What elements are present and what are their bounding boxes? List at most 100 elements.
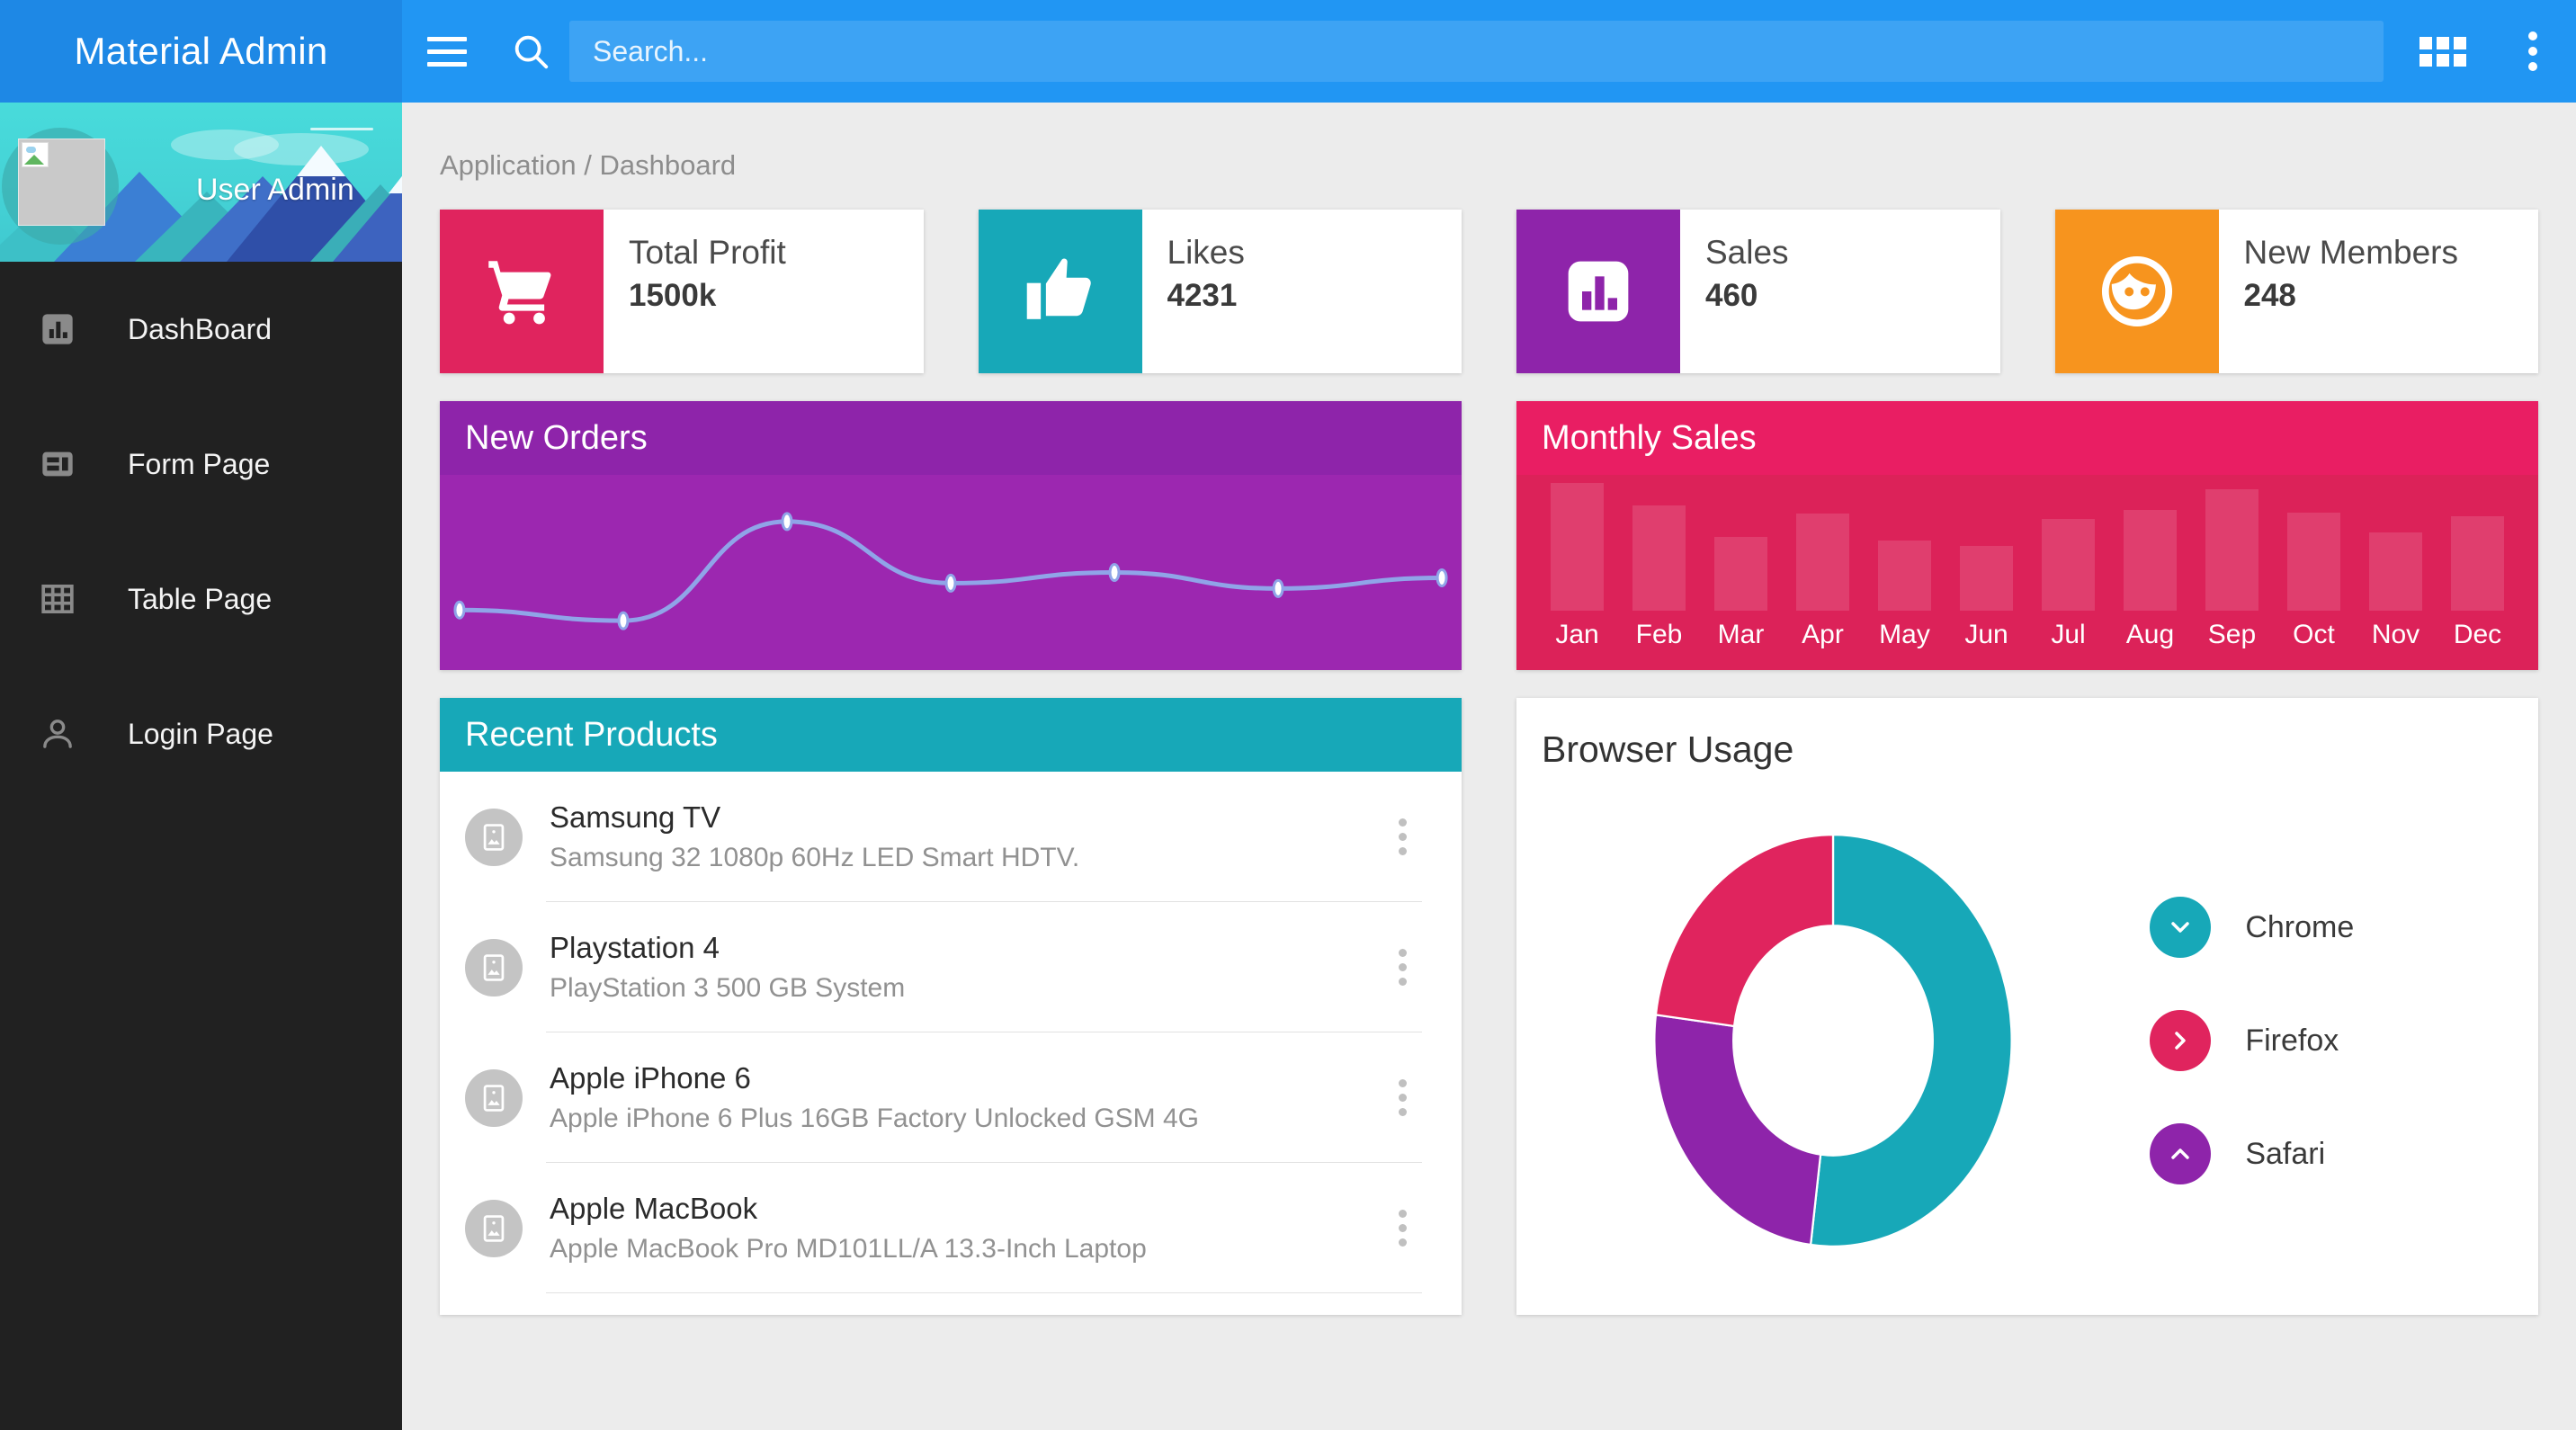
bar (1878, 541, 1930, 611)
avatar[interactable] (18, 139, 105, 226)
product-description: Apple MacBook Pro MD101LL/A 13.3-Inch La… (550, 1234, 1382, 1265)
bar-column: Aug (2109, 475, 2191, 670)
product-description: PlayStation 3 500 GB System (550, 973, 1382, 1004)
thumb-up-icon (1022, 253, 1099, 330)
stat-card-title: New Members (2244, 235, 2539, 272)
bar (1714, 537, 1767, 612)
sidebar-profile-header[interactable]: User Admin (0, 103, 402, 262)
legend-row-firefox[interactable]: Firefox (2150, 1010, 2538, 1071)
stat-card-title: Sales (1705, 235, 2000, 272)
product-list-item[interactable]: Samsung TVSamsung 32 1080p 60Hz LED Smar… (440, 772, 1462, 902)
table-grid-icon (20, 581, 95, 617)
bar (2369, 532, 2421, 611)
bar-column: Jul (2027, 475, 2109, 670)
bar (2124, 510, 2176, 612)
more-vertical-icon[interactable] (1382, 949, 1422, 986)
search-field-wrapper (569, 21, 2396, 82)
product-name: Playstation 4 (550, 931, 1382, 965)
more-vertical-icon[interactable] (1382, 818, 1422, 855)
chevron-up-icon (2150, 1123, 2211, 1184)
stat-card-body: Likes 4231 (1142, 210, 1462, 373)
search-input[interactable] (569, 21, 2384, 82)
donut-slice[interactable] (1811, 835, 2012, 1247)
donut-slice[interactable] (1655, 1014, 1821, 1245)
bar-axis-label: Dec (2454, 620, 2501, 650)
sidebar-item-login-page[interactable]: Login Page (0, 666, 402, 801)
stat-card-body: New Members 248 (2219, 210, 2539, 373)
stat-card-new-members[interactable]: New Members 248 (2055, 210, 2539, 373)
product-list-item[interactable]: Apple MacBookApple MacBook Pro MD101LL/A… (440, 1163, 1462, 1293)
bar-axis-label: Feb (1636, 620, 1683, 650)
apps-grid-squares (2419, 37, 2466, 67)
legend-row-chrome[interactable]: Chrome (2150, 897, 2538, 958)
stat-card-value: 1500k (629, 278, 924, 314)
sidebar-item-label: Table Page (128, 583, 272, 616)
main-content: Application / Dashboard Total Profit 150… (402, 103, 2576, 1430)
stat-card-likes[interactable]: Likes 4231 (979, 210, 1462, 373)
snow-cap (389, 166, 402, 193)
product-list-item[interactable]: Playstation 4 PlayStation 3 500 GB System (440, 902, 1462, 1032)
legend-row-safari[interactable]: Safari (2150, 1123, 2538, 1184)
more-vertical-icon[interactable] (1382, 1079, 1422, 1116)
product-name: Samsung TV (550, 800, 1382, 835)
bar (2205, 489, 2258, 611)
stat-card-body: Sales 460 (1680, 210, 2000, 373)
chevron-right-icon (2150, 1010, 2211, 1071)
breadcrumb: Application / Dashboard (440, 149, 2576, 182)
sidebar-nav: User Admin DashBoard Form Page (0, 103, 402, 1430)
stat-card-value: 460 (1705, 278, 2000, 314)
product-text: Apple iPhone 6Apple iPhone 6 Plus 16GB F… (550, 1061, 1382, 1134)
bar-column: Jun (1945, 475, 2027, 670)
more-vertical-icon[interactable] (1382, 1210, 1422, 1247)
browser-usage-panel: Browser Usage Chrome Firefox Safari (1516, 698, 2538, 1315)
hamburger-bars (427, 29, 467, 75)
bar-column: Apr (1782, 475, 1864, 670)
stat-card-sales[interactable]: Sales 460 (1516, 210, 2000, 373)
bar-chart-icon (1562, 255, 1634, 327)
browser-usage-title: Browser Usage (1516, 728, 2538, 771)
sidebar-item-table-page[interactable]: Table Page (0, 532, 402, 666)
image-placeholder-icon (465, 809, 523, 866)
bar-axis-label: Nov (2372, 620, 2419, 650)
more-dots (1399, 1079, 1407, 1116)
product-list-item[interactable]: Apple iPhone 6Apple iPhone 6 Plus 16GB F… (440, 1032, 1462, 1163)
apps-grid-icon[interactable] (2396, 0, 2490, 103)
bar (2287, 513, 2339, 612)
person-icon (20, 716, 95, 752)
lower-panel-row: Recent Products Samsung TVSamsung 32 108… (440, 698, 2538, 1315)
hamburger-menu-icon[interactable] (402, 0, 492, 103)
bar-axis-label: Oct (2293, 620, 2335, 650)
recent-products-title: Recent Products (440, 698, 1462, 772)
line-data-point (1437, 569, 1446, 585)
browser-usage-donut-chart (1626, 816, 2040, 1265)
more-vertical-icon[interactable] (2490, 0, 2576, 103)
top-app-bar: Material Admin (0, 0, 2576, 103)
donut-slice[interactable] (1656, 835, 1833, 1026)
recent-products-list: Samsung TVSamsung 32 1080p 60Hz LED Smar… (440, 772, 1462, 1293)
browser-usage-donut-wrap (1516, 816, 2150, 1265)
profile-name: User Admin (196, 173, 354, 208)
more-dots (2528, 31, 2537, 71)
stat-card-title: Likes (1167, 235, 1462, 272)
bar-column: Sep (2191, 475, 2273, 670)
orders-data-points (455, 514, 1446, 629)
bar-axis-label: May (1879, 620, 1930, 650)
browser-usage-legend: Chrome Firefox Safari (2150, 897, 2538, 1184)
line-data-point (619, 612, 628, 629)
stat-card-body: Total Profit 1500k (604, 210, 924, 373)
more-dots (1399, 818, 1407, 855)
stat-card-value: 4231 (1167, 278, 1462, 314)
bar-column: Jan (1536, 475, 1618, 670)
product-text: Samsung TVSamsung 32 1080p 60Hz LED Smar… (550, 800, 1382, 873)
sidebar-item-dashboard[interactable]: DashBoard (0, 262, 402, 397)
search-icon[interactable] (492, 0, 569, 103)
bar-axis-label: Jul (2051, 620, 2085, 650)
bar-axis-label: Jun (1964, 620, 2008, 650)
legend-label: Chrome (2245, 910, 2354, 945)
product-text: Apple MacBookApple MacBook Pro MD101LL/A… (550, 1192, 1382, 1265)
stat-card-total-profit[interactable]: Total Profit 1500k (440, 210, 924, 373)
line-data-point (455, 602, 464, 618)
contrail-decoration (310, 128, 373, 130)
stat-card-value: 248 (2244, 278, 2539, 314)
sidebar-item-form-page[interactable]: Form Page (0, 397, 402, 532)
